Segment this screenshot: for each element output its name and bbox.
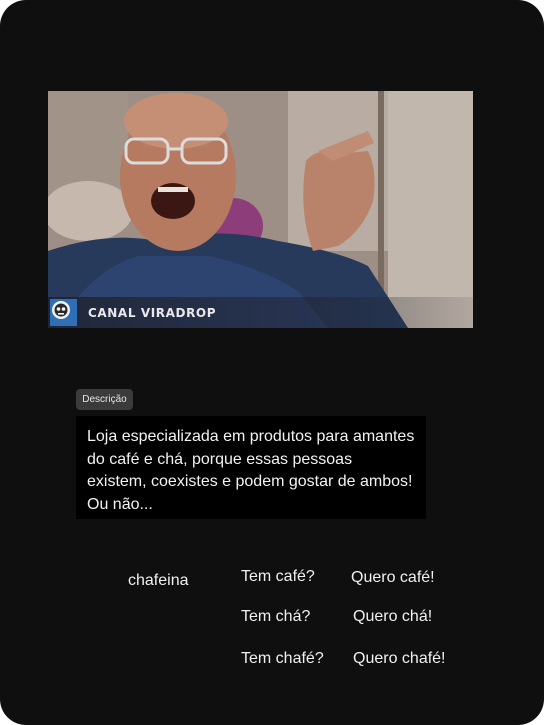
video-frame-image bbox=[48, 91, 473, 328]
channel-name: CANAL VIRADROP bbox=[88, 306, 217, 320]
channel-logo-icon bbox=[50, 299, 77, 326]
brand-name: chafeina bbox=[128, 572, 189, 589]
quero-cafe-link[interactable]: Quero café! bbox=[351, 569, 435, 587]
channel-watermark: CANAL VIRADROP bbox=[48, 297, 473, 328]
tem-cafe-link[interactable]: Tem café? bbox=[241, 568, 315, 586]
quero-chafe-link[interactable]: Quero chafé! bbox=[353, 650, 446, 668]
app-frame: CANAL VIRADROP Descrição Loja especializ… bbox=[0, 0, 544, 725]
quero-cha-link[interactable]: Quero chá! bbox=[353, 608, 432, 626]
tem-chafe-link[interactable]: Tem chafé? bbox=[241, 650, 324, 668]
description-text: Loja especializada em produtos para aman… bbox=[76, 416, 426, 519]
tem-cha-link[interactable]: Tem chá? bbox=[241, 608, 310, 626]
description-badge: Descrição bbox=[76, 389, 133, 410]
video-player[interactable]: CANAL VIRADROP bbox=[48, 91, 473, 328]
